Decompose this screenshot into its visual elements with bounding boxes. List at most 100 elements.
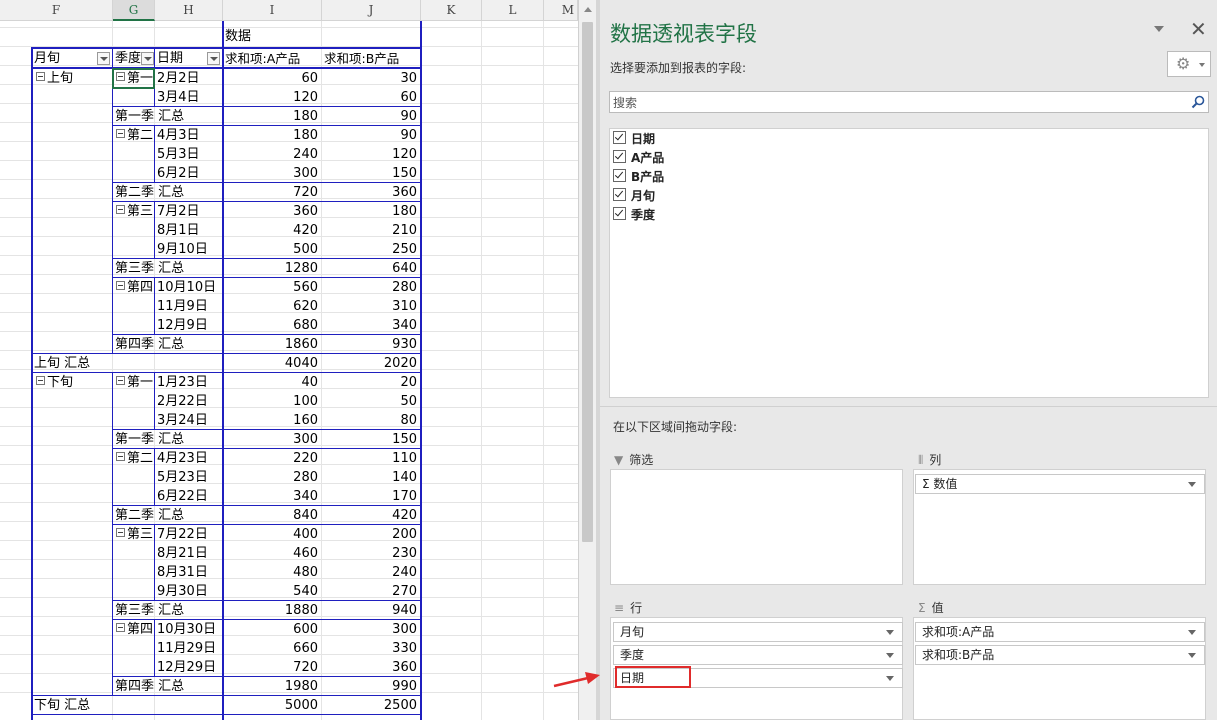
panel-menu-icon[interactable]: [1154, 26, 1164, 32]
value-a-cell[interactable]: 300: [224, 164, 321, 183]
value-a-cell[interactable]: 500: [224, 240, 321, 259]
date-cell[interactable]: 12月9日: [157, 316, 221, 335]
chevron-down-icon[interactable]: [886, 676, 894, 681]
filter-area[interactable]: [610, 469, 903, 585]
date-cell[interactable]: 10月10日: [157, 278, 221, 297]
subtotal-b[interactable]: 420: [323, 506, 420, 525]
quarter-group1-q2[interactable]: 第二: [113, 126, 154, 145]
checkbox-checked[interactable]: [613, 188, 626, 201]
date-cell[interactable]: 11月29日: [157, 639, 221, 658]
value-b-cell[interactable]: 180: [323, 202, 420, 221]
vertical-scrollbar[interactable]: [578, 0, 596, 720]
columns-area[interactable]: Σ 数值: [913, 469, 1206, 585]
subtotal-label[interactable]: 第三季 汇总: [115, 259, 220, 278]
subtotal-a[interactable]: 1880: [224, 601, 321, 620]
collapse-icon[interactable]: [116, 129, 125, 138]
row-group-group1[interactable]: 上旬: [33, 69, 111, 88]
column-header-f[interactable]: F: [0, 0, 113, 21]
value-b-cell[interactable]: 60: [323, 88, 420, 107]
value-b-cell[interactable]: 240: [323, 563, 420, 582]
date-cell[interactable]: 2月22日: [157, 392, 221, 411]
value-a-cell[interactable]: 720: [224, 658, 321, 677]
value-b-cell[interactable]: 230: [323, 544, 420, 563]
quarter-group1-q4[interactable]: 第四: [113, 278, 154, 297]
subtotal-label[interactable]: 第二季 汇总: [115, 506, 220, 525]
value-a-cell[interactable]: 480: [224, 563, 321, 582]
column-header-i[interactable]: I: [223, 0, 322, 21]
close-icon[interactable]: ✕: [1190, 17, 1207, 41]
collapse-icon[interactable]: [116, 376, 125, 385]
value-b-cell[interactable]: 340: [323, 316, 420, 335]
value-b-cell[interactable]: 20: [323, 373, 420, 392]
value-a-cell[interactable]: 620: [224, 297, 321, 316]
subtotal-label[interactable]: 第三季 汇总: [115, 601, 220, 620]
value-b-cell[interactable]: 270: [323, 582, 420, 601]
value-b-cell[interactable]: 80: [323, 411, 420, 430]
values-caption[interactable]: 数据: [225, 27, 320, 46]
filter-dropdown-jidu[interactable]: [141, 52, 154, 65]
header-sum-b[interactable]: 求和项:B产品: [324, 49, 420, 68]
subtotal-a[interactable]: 1280: [224, 259, 321, 278]
value-a-cell[interactable]: 400: [224, 525, 321, 544]
value-b-cell[interactable]: 210: [323, 221, 420, 240]
column-header-h[interactable]: H: [155, 0, 223, 21]
header-jidu[interactable]: 季度: [115, 49, 141, 68]
value-a-cell[interactable]: 220: [224, 449, 321, 468]
date-cell[interactable]: 8月31日: [157, 563, 221, 582]
checkbox-checked[interactable]: [613, 131, 626, 144]
value-b-cell[interactable]: 200: [323, 525, 420, 544]
value-b-cell[interactable]: 280: [323, 278, 420, 297]
date-cell[interactable]: 8月1日: [157, 221, 221, 240]
value-b-cell[interactable]: 360: [323, 658, 420, 677]
row-group-group2[interactable]: 下旬: [33, 373, 111, 392]
subtotal-b[interactable]: 640: [323, 259, 420, 278]
value-a-cell[interactable]: 120: [224, 88, 321, 107]
value-b-cell[interactable]: 310: [323, 297, 420, 316]
value-b-cell[interactable]: 110: [323, 449, 420, 468]
quarter-group2-q1[interactable]: 第一: [113, 373, 154, 392]
date-cell[interactable]: 2月2日: [157, 69, 221, 88]
collapse-icon[interactable]: [116, 452, 125, 461]
chevron-down-icon[interactable]: [1188, 653, 1196, 658]
scroll-thumb[interactable]: [582, 22, 593, 542]
tools-button[interactable]: ⚙: [1167, 51, 1211, 77]
subtotal-b[interactable]: 940: [323, 601, 420, 620]
field-item-riqi[interactable]: 日期: [613, 130, 655, 149]
quarter-group2-q3[interactable]: 第三: [113, 525, 154, 544]
collapse-icon[interactable]: [116, 205, 125, 214]
header-riqi[interactable]: 日期: [157, 49, 202, 68]
value-a-cell[interactable]: 240: [224, 145, 321, 164]
date-cell[interactable]: 3月4日: [157, 88, 221, 107]
quarter-group2-q2[interactable]: 第二: [113, 449, 154, 468]
value-a-cell[interactable]: 180: [224, 126, 321, 145]
header-sum-a[interactable]: 求和项:A产品: [225, 49, 321, 68]
date-cell[interactable]: 9月10日: [157, 240, 221, 259]
column-header-k[interactable]: K: [421, 0, 482, 21]
subtotal-a[interactable]: 300: [224, 430, 321, 449]
value-b-cell[interactable]: 250: [323, 240, 420, 259]
date-cell[interactable]: 11月9日: [157, 297, 221, 316]
subtotal-b[interactable]: 150: [323, 430, 420, 449]
filter-dropdown-yuexun[interactable]: [97, 52, 110, 65]
group-total-label[interactable]: 上旬 汇总: [34, 354, 214, 373]
value-a-cell[interactable]: 40: [224, 373, 321, 392]
collapse-icon[interactable]: [36, 72, 45, 81]
checkbox-checked[interactable]: [613, 150, 626, 163]
scroll-up-icon[interactable]: [584, 7, 592, 12]
value-a-cell[interactable]: 560: [224, 278, 321, 297]
value-a-cell[interactable]: 680: [224, 316, 321, 335]
value-a-cell[interactable]: 660: [224, 639, 321, 658]
value-a-cell[interactable]: 420: [224, 221, 321, 240]
values-area[interactable]: 求和项:A产品 求和项:B产品: [913, 617, 1206, 720]
group-total-b[interactable]: 2020: [323, 354, 420, 373]
field-item-a[interactable]: A产品: [613, 149, 664, 168]
collapse-icon[interactable]: [116, 281, 125, 290]
group-total-a[interactable]: 5000: [224, 696, 321, 715]
quarter-group2-q4[interactable]: 第四: [113, 620, 154, 639]
value-a-cell[interactable]: 540: [224, 582, 321, 601]
value-a-cell[interactable]: 360: [224, 202, 321, 221]
value-b-cell[interactable]: 90: [323, 126, 420, 145]
subtotal-b[interactable]: 930: [323, 335, 420, 354]
date-cell[interactable]: 6月2日: [157, 164, 221, 183]
value-b-cell[interactable]: 30: [323, 69, 420, 88]
